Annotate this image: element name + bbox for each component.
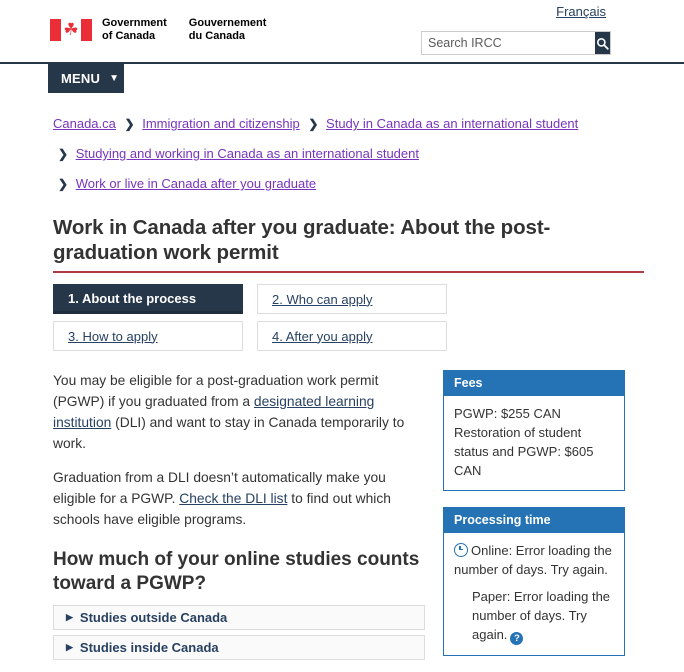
tab-about-the-process[interactable]: 1. About the process <box>53 284 243 314</box>
chevron-right-icon: ❯ <box>124 117 135 131</box>
accordion-studies-outside-canada[interactable]: ▶ Studies outside Canada <box>53 605 425 630</box>
wordmark-fr-line1: Gouvernement <box>188 17 267 29</box>
search-input[interactable] <box>422 32 595 54</box>
tab-label: 3. How to apply <box>68 328 158 344</box>
search-box[interactable] <box>421 31 611 55</box>
accordion-studies-inside-canada[interactable]: ▶ Studies inside Canada <box>53 635 425 660</box>
fees-panel: Fees PGWP: $255 CAN Restoration of stude… <box>443 370 625 491</box>
search-icon <box>596 37 609 50</box>
breadcrumb: Canada.ca ❯ Immigration and citizenship … <box>0 109 684 199</box>
main-menu-button[interactable]: MENU ▼ <box>48 64 124 93</box>
processing-time-online-row: Online: Error loading the number of days… <box>454 541 614 579</box>
fees-restoration-amount: Restoration of student status and PGWP: … <box>454 425 594 478</box>
flag-left-bar <box>50 19 61 41</box>
flag-right-bar <box>81 19 92 41</box>
wordmark-french: Gouvernement du Canada <box>189 17 267 43</box>
tab-label: 2. Who can apply <box>272 291 373 307</box>
fees-panel-body: PGWP: $255 CAN Restoration of student st… <box>444 396 624 490</box>
breadcrumb-item-canada-ca[interactable]: Canada.ca <box>53 116 116 131</box>
tab-label: 1. About the process <box>68 290 197 306</box>
language-toggle-row: Français <box>556 3 606 21</box>
processing-time-panel-heading: Processing time <box>444 508 624 533</box>
chevron-down-icon: ▼ <box>109 72 120 84</box>
chevron-right-icon: ❯ <box>58 147 69 161</box>
search-submit-button[interactable] <box>595 32 610 54</box>
breadcrumb-item-immigration-and-citizenship[interactable]: Immigration and citizenship <box>142 116 300 131</box>
caret-right-icon: ▶ <box>66 612 73 622</box>
tab-who-can-apply[interactable]: 2. Who can apply <box>257 284 447 314</box>
tab-after-you-apply[interactable]: 4. After you apply <box>257 321 447 351</box>
wordmark-en-line2: of Canada <box>102 30 156 42</box>
breadcrumb-item-work-or-live-after-graduate[interactable]: Work or live in Canada after you graduat… <box>76 176 316 191</box>
help-icon[interactable]: ? <box>510 632 524 645</box>
clock-icon <box>454 543 468 557</box>
breadcrumb-item-study-in-canada[interactable]: Study in Canada as an international stud… <box>326 116 578 131</box>
menu-button-label: MENU <box>61 71 101 86</box>
fees-pgwp-amount: PGWP: $255 CAN <box>454 406 561 421</box>
processing-time-paper-row: Paper: Error loading the number of days.… <box>454 587 614 645</box>
wordmark-english: Government of Canada <box>102 17 167 43</box>
accordion-label: Studies outside Canada <box>79 610 228 625</box>
canada-flag-icon: ☘ <box>50 19 92 41</box>
processing-time-paper-text: Paper: Error loading the number of days.… <box>472 589 611 642</box>
wordmark: Government of Canada Gouvernement du Can… <box>102 17 266 43</box>
dli-note-paragraph: Graduation from a DLI doesn’t automatica… <box>53 467 425 530</box>
sidebar-column: Fees PGWP: $255 CAN Restoration of stude… <box>443 370 625 672</box>
step-tabs: 1. About the process 2. Who can apply 3.… <box>53 284 644 351</box>
government-of-canada-brand: ☘ Government of Canada Gouvernement du C… <box>50 17 266 43</box>
processing-time-panel: Processing time Online: Error loading th… <box>443 507 625 656</box>
online-studies-section-title: How much of your online studies counts t… <box>53 549 420 594</box>
maple-leaf-icon: ☘ <box>63 20 79 39</box>
breadcrumb-line-3: ❯ Work or live in Canada after you gradu… <box>53 169 644 199</box>
fees-panel-heading: Fees <box>444 371 624 396</box>
eligibility-paragraph: You may be eligible for a post-graduatio… <box>53 370 425 454</box>
tab-how-to-apply[interactable]: 3. How to apply <box>53 321 243 351</box>
breadcrumb-item-studying-and-working[interactable]: Studying and working in Canada as an int… <box>76 146 419 161</box>
breadcrumb-line-1: Canada.ca ❯ Immigration and citizenship … <box>53 109 644 139</box>
chevron-right-icon: ❯ <box>58 177 69 191</box>
breadcrumb-line-2: ❯ Studying and working in Canada as an i… <box>53 139 644 169</box>
site-header: Français ☘ Government of Canada Gouverne… <box>0 0 684 62</box>
check-the-dli-list-link[interactable]: Check the DLI list <box>179 491 287 506</box>
content-columns: You may be eligible for a post-graduatio… <box>53 370 644 672</box>
menu-band: MENU ▼ <box>0 64 684 93</box>
chevron-right-icon: ❯ <box>308 117 319 131</box>
processing-time-online-text: Online: Error loading the number of days… <box>454 543 612 577</box>
page-title: Work in Canada after you graduate: About… <box>53 216 551 264</box>
wordmark-en-line1: Government <box>102 17 167 29</box>
caret-right-icon: ▶ <box>66 642 73 652</box>
tab-label: 4. After you apply <box>272 328 373 344</box>
processing-time-panel-body: Online: Error loading the number of days… <box>444 533 624 655</box>
main-content-column: You may be eligible for a post-graduatio… <box>53 370 435 665</box>
accordion-label: Studies inside Canada <box>79 640 219 655</box>
page-title-wrap: Work in Canada after you graduate: About… <box>53 215 644 273</box>
francais-language-link[interactable]: Français <box>556 4 606 19</box>
wordmark-fr-line2: du Canada <box>188 30 246 42</box>
